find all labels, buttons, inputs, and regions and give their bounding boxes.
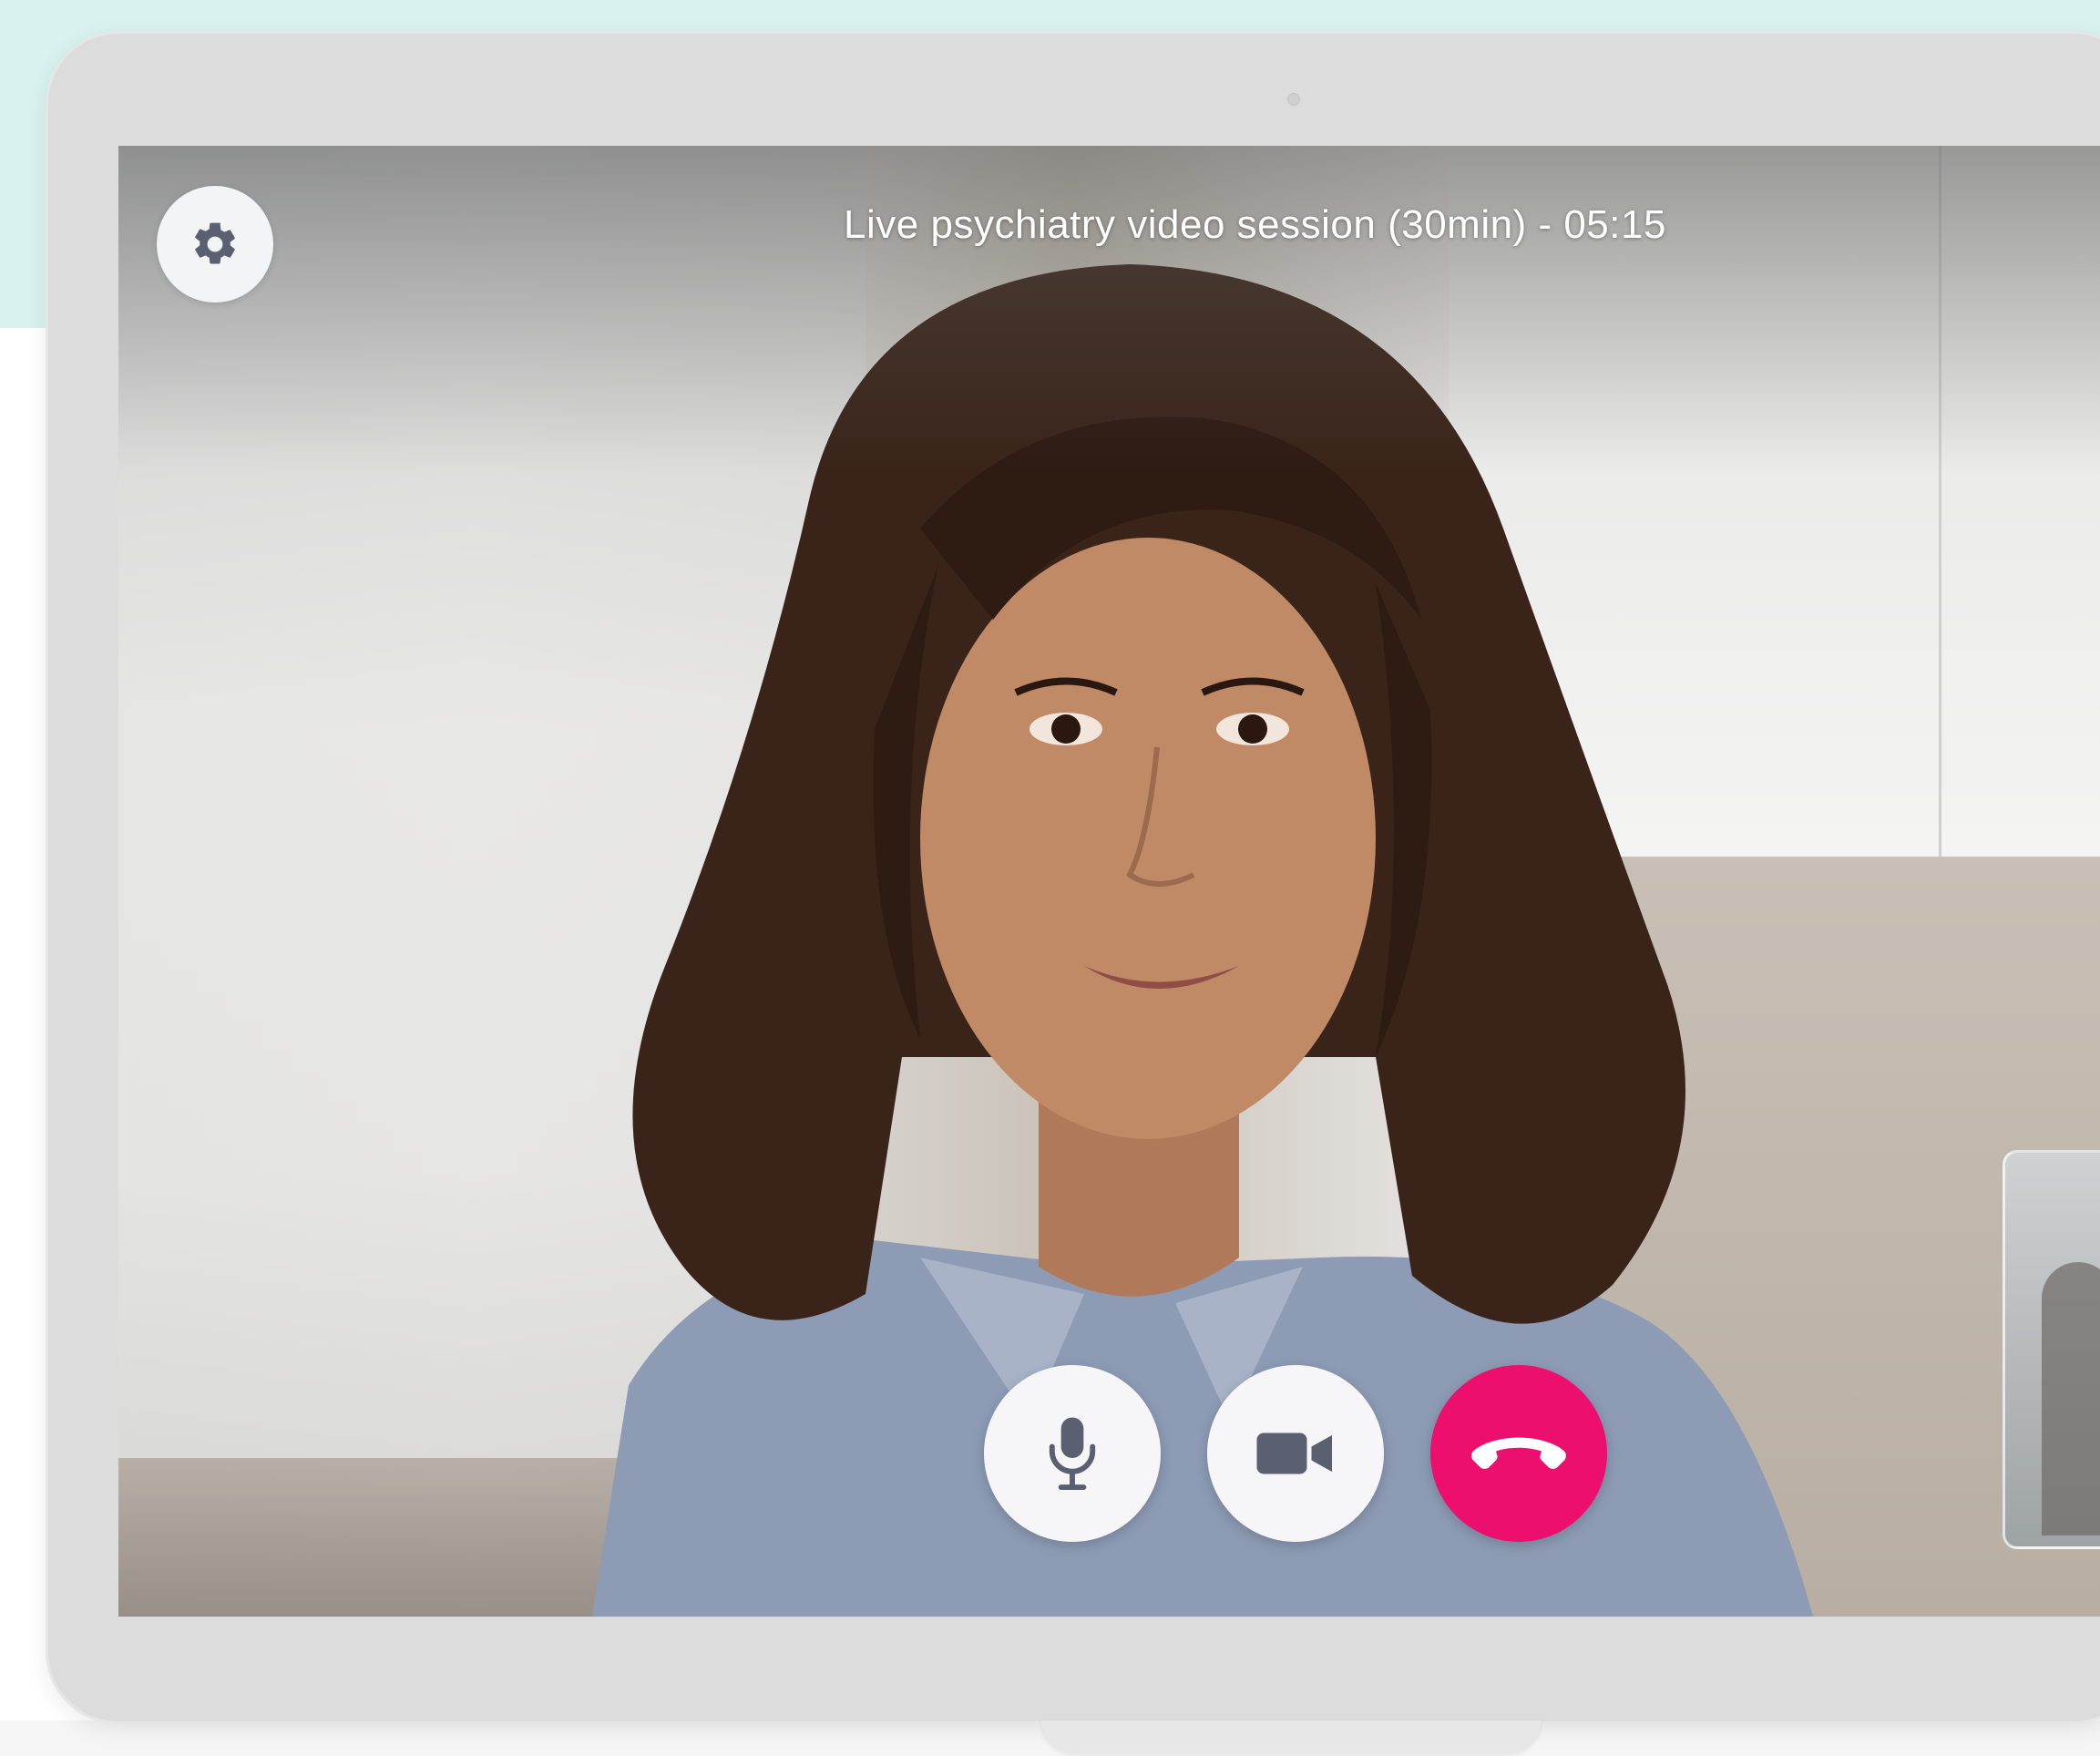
microphone-icon bbox=[1049, 1417, 1096, 1491]
mute-microphone-button[interactable] bbox=[984, 1365, 1161, 1542]
laptop-stand bbox=[1041, 1720, 1541, 1753]
self-view-figure bbox=[2042, 1262, 2100, 1535]
self-view-thumbnail[interactable] bbox=[2003, 1150, 2100, 1549]
hang-up-phone-icon bbox=[1471, 1437, 1566, 1469]
video-camera-icon bbox=[1256, 1433, 1332, 1474]
video-call-screen: Live psychiatry video session (30min) - … bbox=[118, 146, 2100, 1617]
toggle-camera-button[interactable] bbox=[1207, 1365, 1384, 1542]
call-controls bbox=[984, 1365, 1622, 1547]
session-title-text: Live psychiatry video session (30min) - … bbox=[844, 202, 1666, 247]
header-gradient-overlay bbox=[118, 146, 2100, 474]
webcam-dot bbox=[1287, 93, 1300, 106]
end-call-button[interactable] bbox=[1430, 1365, 1607, 1542]
session-title: Live psychiatry video session (30min) - … bbox=[118, 202, 2100, 248]
